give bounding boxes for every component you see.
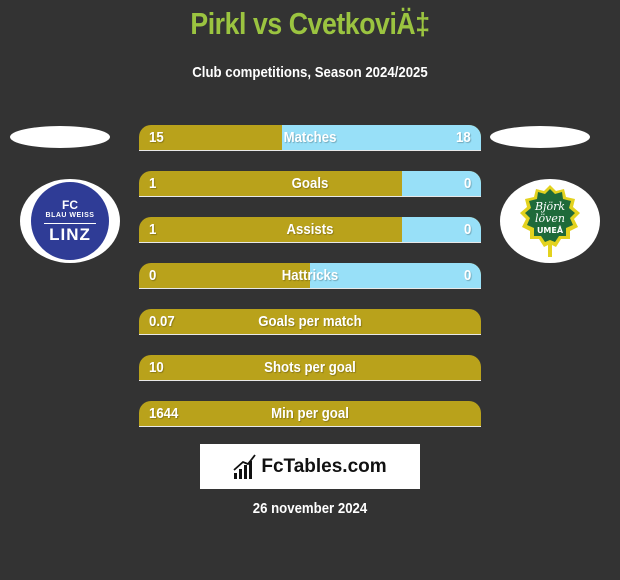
stat-row: 15 Matches 18 (139, 125, 481, 151)
stat-label: Shots per goal (264, 359, 356, 376)
crest-text-loven: löven (535, 212, 565, 225)
left-value: 1 (149, 221, 157, 238)
left-player-placeholder (10, 126, 110, 148)
bar-chart-logo-icon (233, 453, 257, 479)
right-value: 0 (463, 267, 471, 284)
crest-divider (44, 222, 96, 224)
stat-label: Matches (283, 129, 337, 146)
stat-label: Goals (291, 175, 329, 192)
bjorkloven-leaf-crest-icon: Björk löven UMEÅ (520, 185, 580, 257)
left-value: 0 (149, 267, 157, 284)
stat-label: Hattricks (281, 267, 339, 284)
page-title: Pirkl vs CvetkoviÄ‡ (190, 6, 430, 41)
stat-row: 0 Hattricks 0 (139, 263, 481, 289)
crest-text-linz: LINZ (49, 224, 91, 244)
right-team-logo: Björk löven UMEÅ (500, 179, 600, 263)
blau-weiss-linz-crest-icon: FC BLAU WEISS LINZ (31, 182, 109, 260)
crest-text-umea: UMEÅ (537, 225, 564, 235)
stat-row: 0.07 Goals per match (139, 309, 481, 335)
stat-row: 1 Assists 0 (139, 217, 481, 243)
brand-name: FcTables.com (261, 455, 387, 477)
stat-row: 1 Goals 0 (139, 171, 481, 197)
stat-label: Assists (286, 221, 334, 238)
match-date: 26 november 2024 (252, 500, 368, 517)
stat-label: Min per goal (271, 405, 349, 422)
stat-label: Goals per match (258, 313, 362, 330)
stat-row: 1644 Min per goal (139, 401, 481, 427)
right-value: 18 (456, 129, 471, 146)
left-value: 1 (149, 175, 157, 192)
crest-text-blau-weiss: BLAU WEISS (45, 211, 95, 219)
stat-row: 10 Shots per goal (139, 355, 481, 381)
crest-text-fc: FC (62, 197, 78, 212)
left-team-logo: FC BLAU WEISS LINZ (20, 179, 120, 263)
right-value: 0 (463, 175, 471, 192)
right-player-placeholder (490, 126, 590, 148)
right-value: 0 (463, 221, 471, 238)
competition-subtitle: Club competitions, Season 2024/2025 (192, 64, 428, 81)
fctables-brand[interactable]: FcTables.com (200, 444, 420, 489)
